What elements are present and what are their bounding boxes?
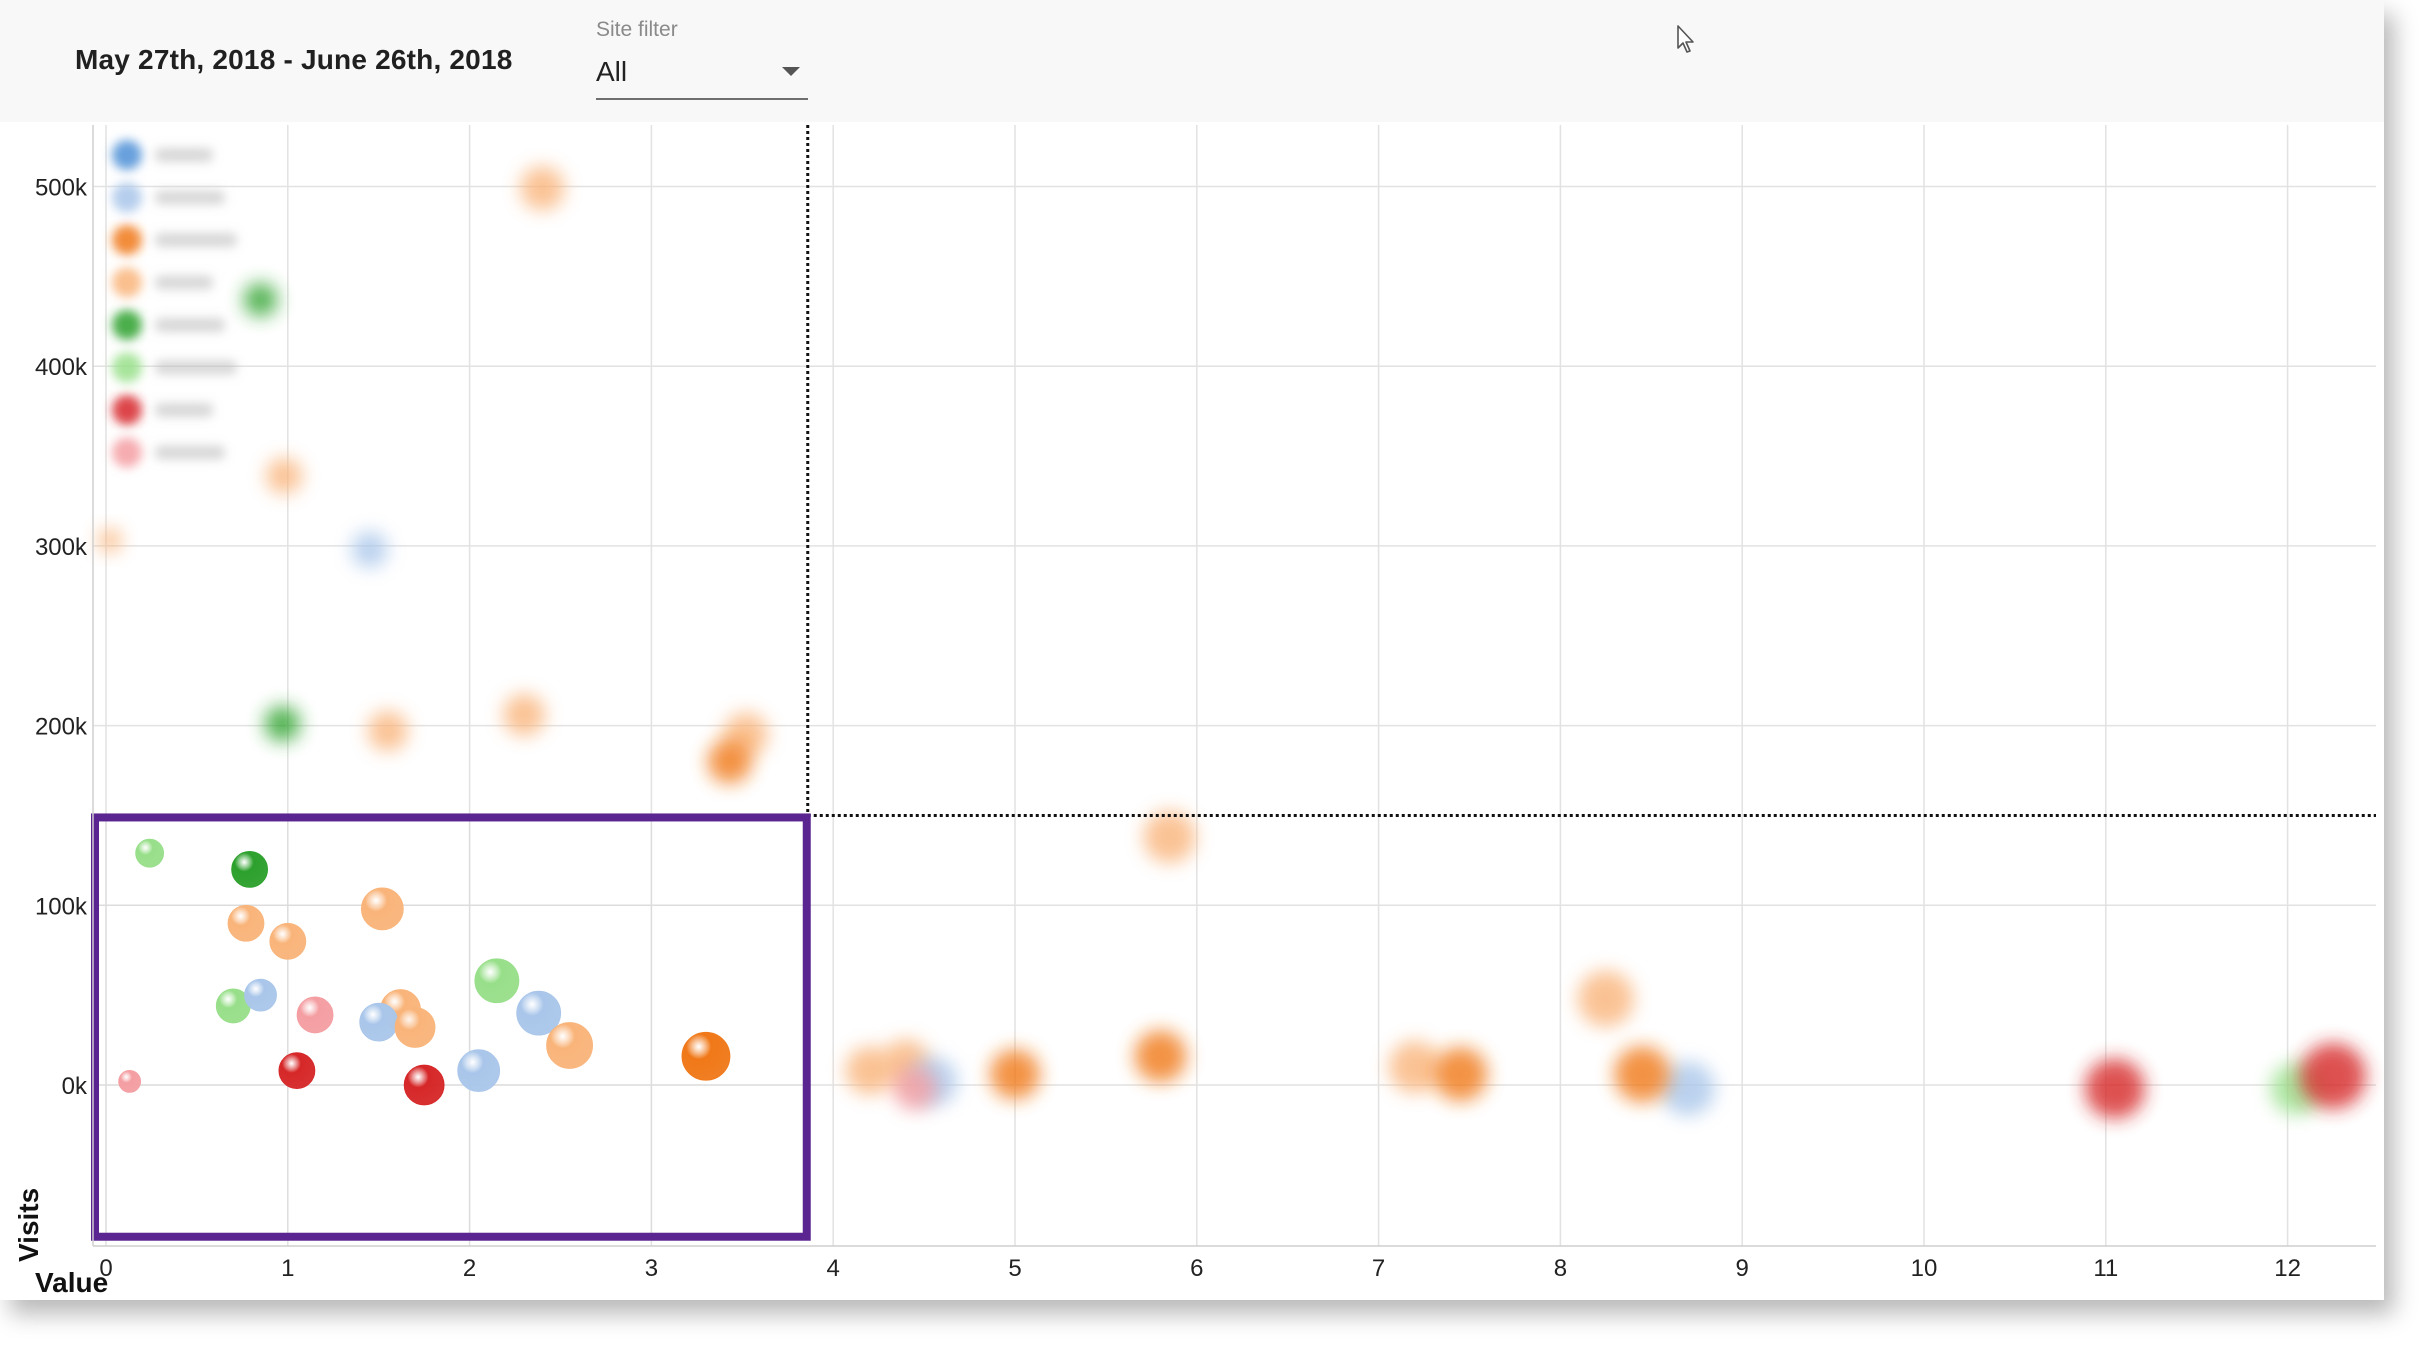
x-tick-label: 12 (2274, 1255, 2301, 1282)
x-tick-label: 6 (1190, 1255, 1203, 1282)
data-point-blurred (2300, 1043, 2367, 1110)
data-point (231, 850, 269, 888)
data-point-blurred (2084, 1058, 2145, 1119)
legend-marker (112, 310, 142, 340)
y-tick-label: 300k (35, 534, 88, 561)
data-point-blurred (1433, 1047, 1488, 1102)
data-point-blurred (503, 693, 546, 736)
y-tick-label: 200k (35, 714, 88, 741)
legend-label (155, 233, 237, 247)
x-tick-label: 1 (281, 1255, 294, 1282)
y-axis-label: Visits (13, 1188, 44, 1262)
data-point-blurred (990, 1049, 1040, 1100)
data-point-blurred (1143, 811, 1196, 864)
data-point-blurred (266, 457, 303, 494)
data-point (546, 1022, 593, 1069)
y-tick-label: 0k (62, 1073, 88, 1100)
data-point (394, 1007, 436, 1048)
data-point (359, 1002, 399, 1042)
x-tick-label: 8 (1554, 1255, 1567, 1282)
y-tick-label: 500k (35, 175, 88, 202)
y-tick-label: 100k (35, 893, 88, 920)
x-tick-label: 7 (1372, 1255, 1385, 1282)
legend-marker (112, 352, 142, 383)
data-point-blurred (1577, 970, 1634, 1027)
data-point (118, 1070, 142, 1093)
data-point-blurred (1614, 1046, 1671, 1103)
data-point-blurred (243, 282, 278, 317)
data-point (457, 1049, 501, 1093)
x-tick-label: 5 (1008, 1255, 1021, 1282)
data-point (135, 838, 165, 868)
legend-marker (112, 395, 142, 425)
data-point (278, 1052, 316, 1090)
highlight-background (95, 817, 807, 1237)
x-tick-label: 10 (1911, 1255, 1938, 1282)
legend-label (155, 403, 213, 417)
data-point-blurred (97, 528, 122, 553)
scatter-chart: 0 1 2 3 4 5 6 7 8 9 10 11 120k100k200k300k400k500kVa… (13, 125, 2376, 1298)
legend-label (155, 148, 213, 162)
x-tick-label: 9 (1736, 1255, 1749, 1282)
data-point (244, 978, 277, 1012)
data-point (227, 904, 265, 942)
data-point (269, 922, 307, 960)
highlight-fill (95, 817, 807, 1237)
data-point-blurred (1388, 1041, 1441, 1094)
data-point-blurred (520, 166, 565, 211)
legend-label (155, 445, 225, 460)
data-point (360, 887, 404, 931)
data-point-blurred (1134, 1030, 1187, 1083)
x-tick-label: 4 (827, 1255, 840, 1282)
legend-marker (112, 140, 142, 170)
x-tick-label: 2 (463, 1255, 476, 1282)
data-point-blurred (351, 531, 388, 568)
legend-marker (112, 225, 142, 255)
legend-marker (112, 267, 142, 298)
data-point (681, 1031, 731, 1081)
data-point (296, 996, 334, 1034)
data-point-blurred (893, 1066, 938, 1111)
legend-label (155, 190, 225, 205)
x-tick-label: 3 (645, 1255, 658, 1282)
legend-label (155, 318, 225, 332)
data-point-blurred (367, 710, 408, 751)
data-point (403, 1064, 445, 1106)
data-point-blurred (264, 705, 301, 742)
x-axis-label: Value (35, 1267, 108, 1298)
data-point-blurred (707, 739, 752, 784)
legend-label (155, 275, 213, 290)
y-tick-label: 400k (35, 354, 88, 381)
data-point (474, 958, 520, 1004)
legend-marker (112, 182, 142, 213)
legend-label (155, 360, 237, 375)
legend-marker (112, 437, 142, 468)
x-tick-label: 11 (2093, 1255, 2118, 1282)
